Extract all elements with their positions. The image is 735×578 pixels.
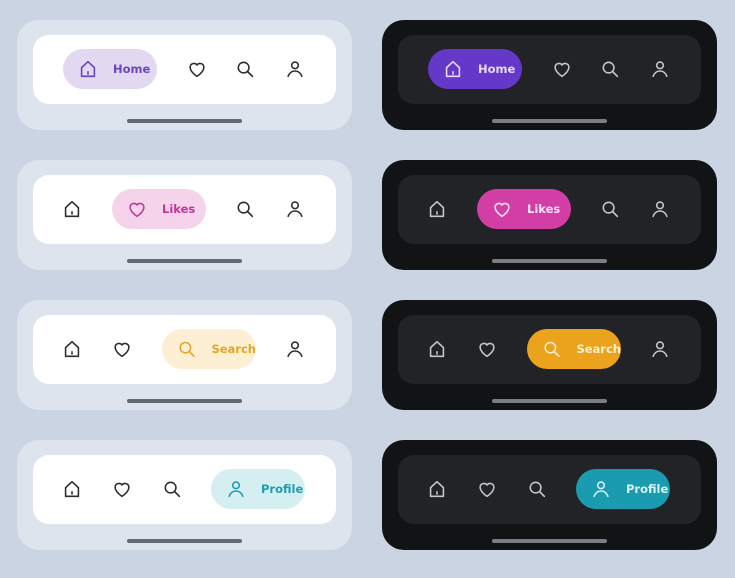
search-icon — [179, 341, 195, 357]
heart-icon — [189, 62, 205, 78]
nav-item-home[interactable] — [417, 469, 457, 509]
heart-icon — [479, 342, 495, 358]
search-icon — [544, 341, 560, 357]
nav-item-profile[interactable] — [275, 189, 315, 229]
home-indicator — [492, 539, 607, 543]
nav-item-home[interactable] — [417, 189, 457, 229]
nav-item-search[interactable] — [225, 189, 265, 229]
nav-item-home[interactable] — [52, 329, 92, 369]
home-indicator — [492, 259, 607, 263]
dark-nav-card-search: Search — [382, 300, 717, 410]
heart-icon — [494, 202, 510, 218]
home-icon — [429, 340, 445, 358]
heart-icon — [114, 482, 130, 498]
user-icon — [228, 481, 244, 498]
light-nav-card-profile: Profile — [17, 440, 352, 550]
nav-item-search-active[interactable]: Search — [162, 329, 256, 369]
nav-item-likes[interactable] — [467, 469, 507, 509]
nav-item-home-active[interactable]: Home — [428, 49, 522, 89]
bottom-nav-bar: Search — [33, 315, 336, 384]
nav-item-label: Search — [576, 342, 621, 356]
search-icon — [529, 481, 546, 498]
dark-nav-card-likes: Likes — [382, 160, 717, 270]
bottom-nav-bar: Home — [33, 35, 336, 104]
nav-item-likes[interactable] — [102, 469, 142, 509]
nav-item-search-active[interactable]: Search — [527, 329, 621, 369]
home-icon — [429, 480, 445, 498]
home-icon — [64, 340, 80, 358]
search-icon — [237, 61, 254, 78]
search-icon — [602, 201, 619, 218]
heart-icon — [479, 482, 495, 498]
bottom-nav-bar: Likes — [398, 175, 701, 244]
home-icon — [80, 60, 96, 78]
search-icon — [602, 61, 619, 78]
bottom-nav-bar: Search — [398, 315, 701, 384]
bottom-nav-bar: Likes — [33, 175, 336, 244]
nav-item-search[interactable] — [517, 469, 557, 509]
dark-nav-card-profile: Profile — [382, 440, 717, 550]
home-icon — [64, 480, 80, 498]
home-indicator — [492, 119, 607, 123]
search-icon — [164, 481, 181, 498]
nav-item-likes[interactable] — [542, 49, 582, 89]
nav-item-likes[interactable] — [467, 329, 507, 369]
home-indicator — [492, 399, 607, 403]
nav-item-likes[interactable] — [177, 49, 217, 89]
bottom-nav-bar: Profile — [398, 455, 701, 524]
user-icon — [593, 481, 609, 498]
user-icon — [652, 201, 668, 218]
home-icon — [445, 60, 461, 78]
home-indicator — [127, 259, 242, 263]
home-icon — [64, 200, 80, 218]
light-nav-card-likes: Likes — [17, 160, 352, 270]
nav-item-profile[interactable] — [640, 189, 680, 229]
user-icon — [652, 61, 668, 78]
light-nav-card-search: Search — [17, 300, 352, 410]
nav-item-home[interactable] — [52, 469, 92, 509]
search-icon — [237, 201, 254, 218]
nav-item-search[interactable] — [590, 189, 630, 229]
nav-item-profile[interactable] — [640, 49, 680, 89]
nav-item-profile[interactable] — [275, 49, 315, 89]
nav-item-likes[interactable] — [102, 329, 142, 369]
bottom-nav-bar: Profile — [33, 455, 336, 524]
heart-icon — [114, 342, 130, 358]
nav-item-label: Profile — [261, 482, 304, 496]
nav-item-label: Search — [211, 342, 256, 356]
nav-item-label: Home — [478, 62, 516, 76]
user-icon — [287, 201, 303, 218]
nav-item-home[interactable] — [52, 189, 92, 229]
heart-icon — [129, 202, 145, 218]
nav-item-label: Likes — [162, 202, 196, 216]
nav-item-profile[interactable] — [640, 329, 680, 369]
light-nav-card-home: Home — [17, 20, 352, 130]
user-icon — [287, 61, 303, 78]
dark-nav-card-home: Home — [382, 20, 717, 130]
nav-item-search[interactable] — [590, 49, 630, 89]
home-indicator — [127, 399, 242, 403]
home-indicator — [127, 539, 242, 543]
nav-item-home-active[interactable]: Home — [63, 49, 157, 89]
nav-item-search[interactable] — [152, 469, 192, 509]
nav-item-search[interactable] — [225, 49, 265, 89]
user-icon — [652, 341, 668, 358]
nav-item-profile-active[interactable]: Profile — [211, 469, 305, 509]
nav-item-home[interactable] — [417, 329, 457, 369]
nav-item-likes-active[interactable]: Likes — [112, 189, 206, 229]
heart-icon — [554, 62, 570, 78]
nav-item-label: Likes — [527, 202, 561, 216]
nav-item-label: Home — [113, 62, 151, 76]
nav-item-likes-active[interactable]: Likes — [477, 189, 571, 229]
nav-item-label: Profile — [626, 482, 669, 496]
home-indicator — [127, 119, 242, 123]
nav-item-profile-active[interactable]: Profile — [576, 469, 670, 509]
bottom-nav-bar: Home — [398, 35, 701, 104]
home-icon — [429, 200, 445, 218]
nav-item-profile[interactable] — [275, 329, 315, 369]
user-icon — [287, 341, 303, 358]
